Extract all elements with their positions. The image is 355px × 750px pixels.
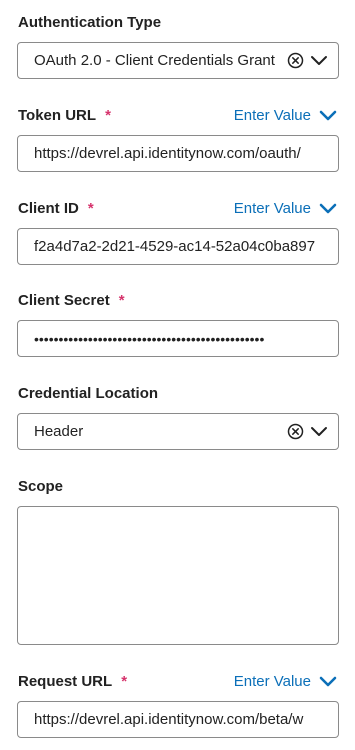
request-url-label: Request URL * <box>18 673 127 690</box>
client-secret-label: Client Secret * <box>18 292 125 309</box>
clear-icon[interactable] <box>287 423 304 440</box>
client-id-label-row: Client ID * Enter Value <box>18 197 337 219</box>
auth-type-label: Authentication Type <box>18 13 162 31</box>
token-url-value: https://devrel.api.identitynow.com/oauth… <box>34 145 301 162</box>
client-secret-input[interactable]: ••••••••••••••••••••••••••••••••••••••••… <box>17 320 339 357</box>
credential-location-select[interactable]: Header <box>17 413 339 450</box>
token-url-enter-value-toggle[interactable]: Enter Value <box>234 107 337 124</box>
chevron-down-icon[interactable] <box>310 55 328 67</box>
credential-location-value: Header <box>34 423 84 440</box>
client-secret-label-row: Client Secret * <box>18 289 337 311</box>
auth-type-label-row: Authentication Type <box>18 11 337 33</box>
enter-value-label: Enter Value <box>233 672 311 690</box>
token-url-label-text: Token URL <box>18 106 97 124</box>
request-url-value: https://devrel.api.identitynow.com/beta/… <box>34 711 304 728</box>
client-id-label: Client ID * <box>18 200 94 217</box>
request-url-label-row: Request URL * Enter Value <box>18 670 337 692</box>
auth-type-controls <box>287 52 328 69</box>
chevron-down-icon <box>319 109 337 121</box>
auth-type-select[interactable]: OAuth 2.0 - Client Credentials Grant <box>17 42 339 79</box>
chevron-down-icon <box>319 675 337 687</box>
request-url-input[interactable]: https://devrel.api.identitynow.com/beta/… <box>17 701 339 738</box>
request-url-label-text: Request URL <box>18 672 113 690</box>
credential-location-label-row: Credential Location <box>18 382 337 404</box>
token-url-label: Token URL * <box>18 107 111 124</box>
auth-type-value: OAuth 2.0 - Client Credentials Grant <box>34 52 275 69</box>
auth-form: Authentication Type OAuth 2.0 - Client C… <box>0 0 355 750</box>
scope-label: Scope <box>18 477 64 495</box>
chevron-down-icon <box>319 202 337 214</box>
required-marker: * <box>105 106 111 124</box>
client-id-value: f2a4d7a2-2d21-4529-ac14-52a04c0ba897 <box>34 238 316 255</box>
chevron-down-icon[interactable] <box>310 426 328 438</box>
enter-value-label: Enter Value <box>233 199 311 217</box>
credential-location-label: Credential Location <box>18 384 159 402</box>
client-id-input[interactable]: f2a4d7a2-2d21-4529-ac14-52a04c0ba897 <box>17 228 339 265</box>
client-secret-value: ••••••••••••••••••••••••••••••••••••••••… <box>34 330 265 347</box>
clear-icon[interactable] <box>287 52 304 69</box>
request-url-enter-value-toggle[interactable]: Enter Value <box>234 673 337 690</box>
token-url-input[interactable]: https://devrel.api.identitynow.com/oauth… <box>17 135 339 172</box>
required-marker: * <box>87 199 94 217</box>
required-marker: * <box>118 291 125 309</box>
scope-textarea[interactable] <box>17 506 339 645</box>
scope-label-row: Scope <box>18 475 337 497</box>
required-marker: * <box>121 672 128 690</box>
token-url-label-row: Token URL * Enter Value <box>18 104 337 126</box>
enter-value-label: Enter Value <box>233 106 311 124</box>
client-id-enter-value-toggle[interactable]: Enter Value <box>234 200 337 217</box>
client-secret-label-text: Client Secret <box>18 291 110 309</box>
client-id-label-text: Client ID <box>18 199 79 217</box>
credential-location-controls <box>287 423 328 440</box>
